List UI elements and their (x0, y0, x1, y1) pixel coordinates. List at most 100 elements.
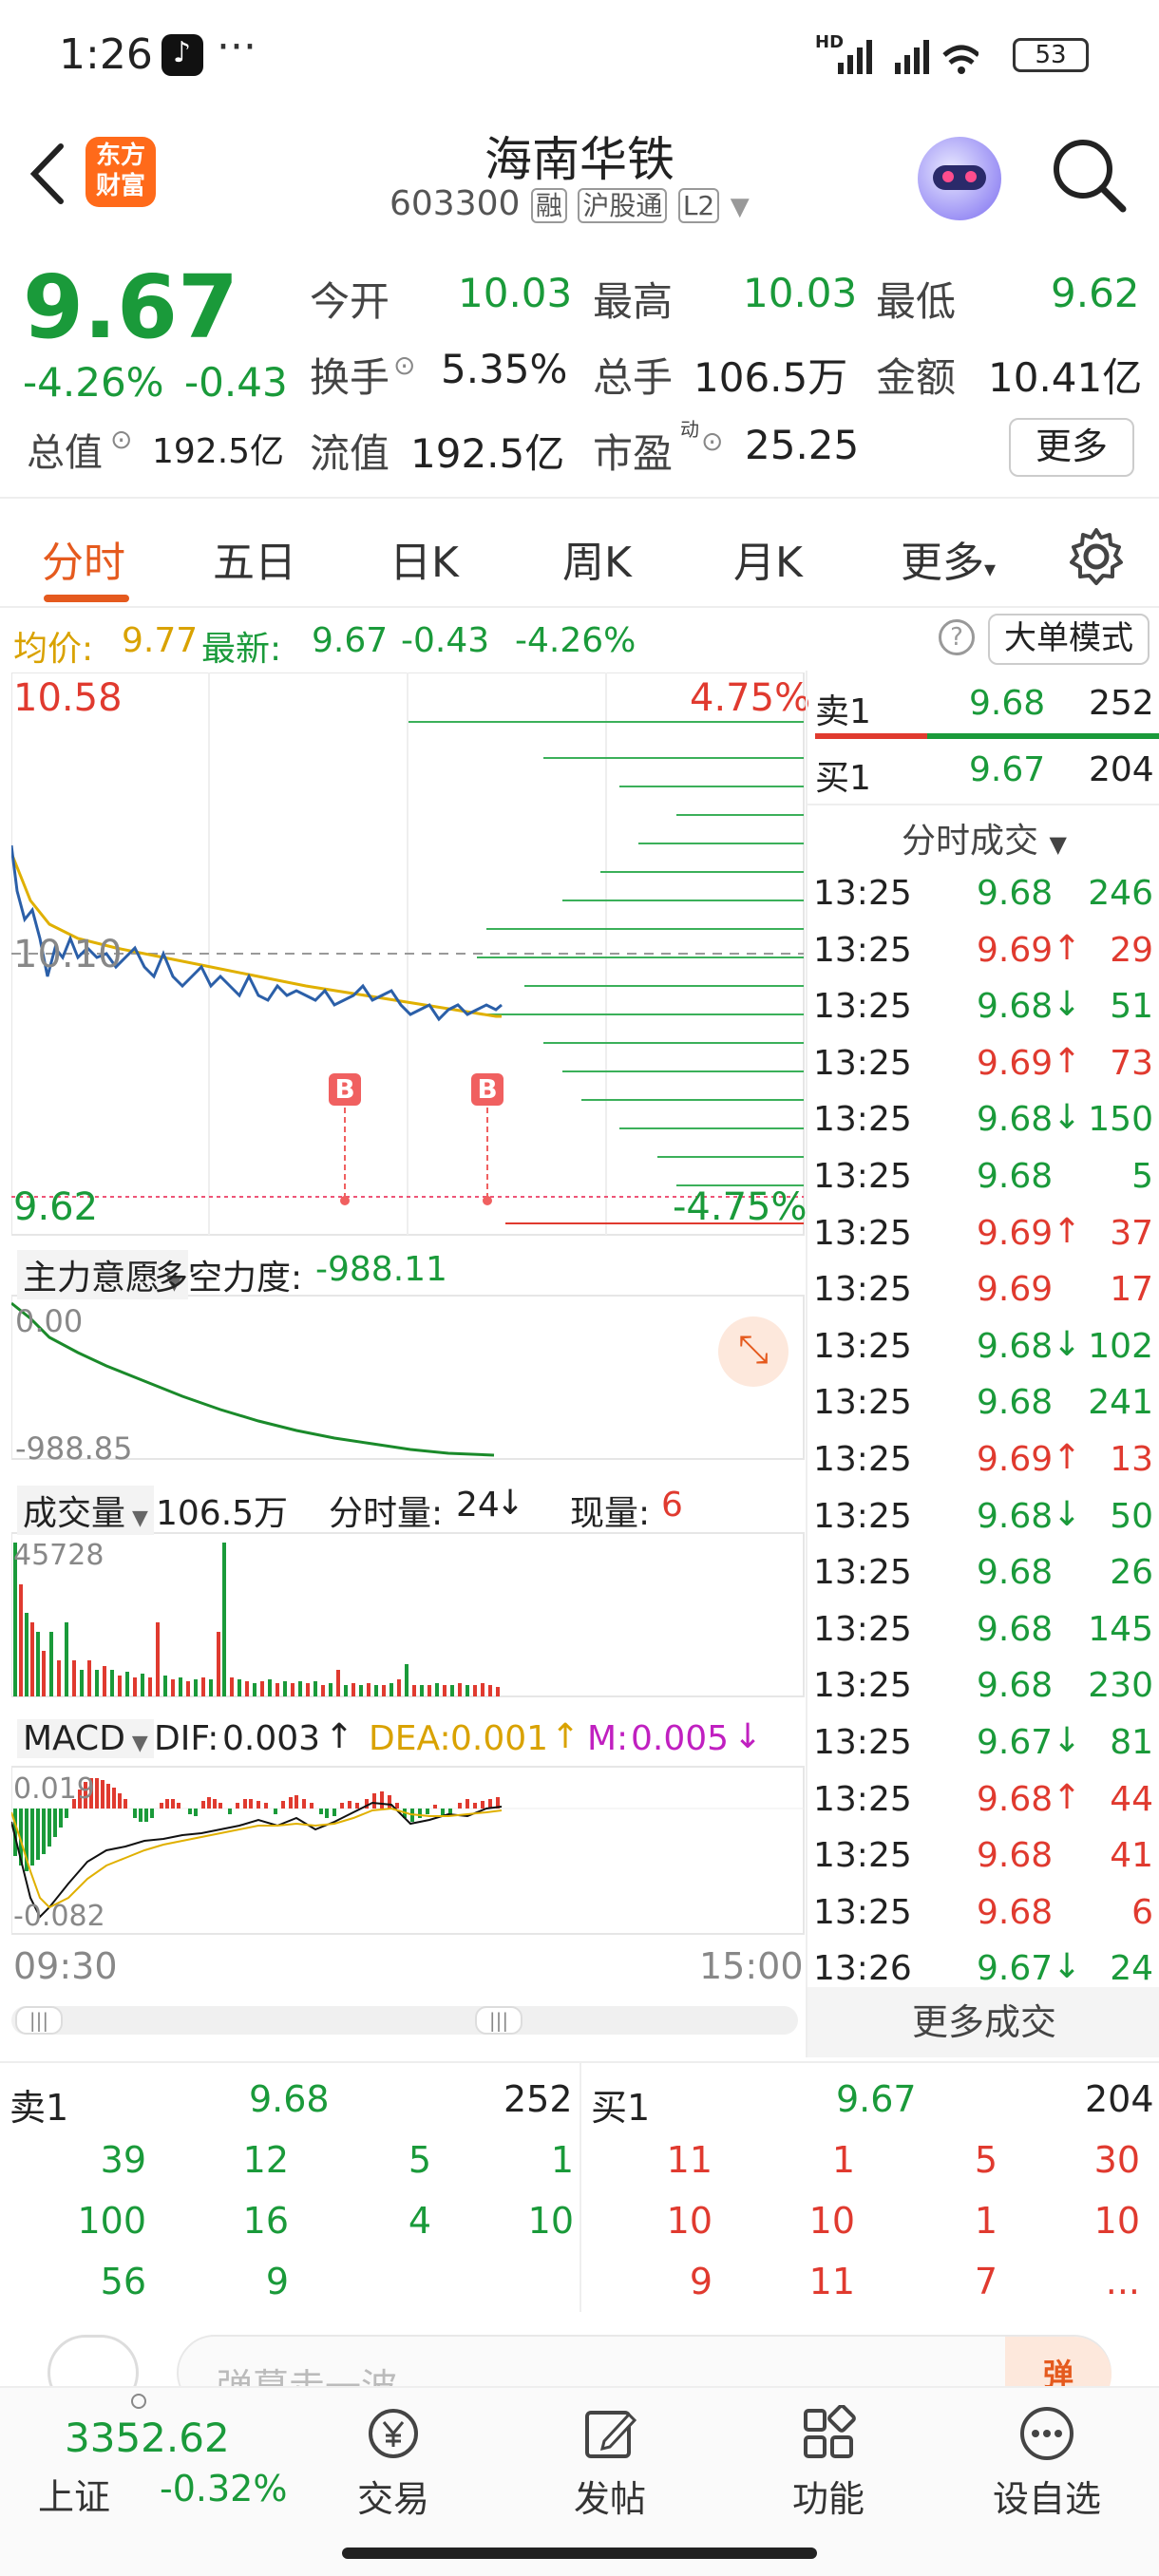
ask1-volume: 252 (1089, 684, 1154, 723)
trade-row: 13:25 9.68 26 (808, 1545, 1159, 1601)
index-dot-icon (131, 2394, 146, 2409)
queue-order: 1 (831, 2139, 855, 2181)
indicator1-header: 主力意愿 ▼ 多空力度: -988.11 (11, 1241, 806, 1299)
trade-price: 9.68 (977, 1100, 1054, 1140)
time-axis-start: 09:30 (13, 1945, 118, 1987)
trade-price: 9.69 (977, 930, 1054, 970)
trade-row: 13:25 9.68 6 (808, 1885, 1159, 1941)
more-button[interactable]: 更多 (1009, 418, 1134, 477)
bid1-price: 9.67 (969, 750, 1046, 789)
trade-price: 9.68 (977, 1836, 1054, 1876)
tab-more[interactable]: 更多▾ (901, 528, 996, 589)
nav-add-watchlist[interactable]: 设自选 (952, 2405, 1142, 2522)
mktcap-value: 192.5亿 (152, 432, 285, 471)
trade-volume: 29 (1110, 930, 1153, 970)
trade-yuan-icon (369, 2409, 418, 2458)
tab-daily-k[interactable]: 日K (390, 528, 459, 589)
ask1-label: 卖1 (815, 692, 871, 731)
trade-direction-icon: ↓ (1053, 1324, 1082, 1364)
queue-order: 10 (1093, 2200, 1140, 2242)
nav-post[interactable]: 发帖 (515, 2405, 705, 2522)
trade-time: 13:25 (813, 1270, 912, 1310)
robot-assistant-icon[interactable] (918, 137, 1001, 220)
trade-price: 9.68 (977, 1779, 1054, 1819)
dif-value: 0.003 (222, 1719, 321, 1758)
trade-row: 13:25 9.68 5 (808, 1149, 1159, 1204)
trades-title-label: 分时成交 (902, 822, 1039, 861)
help-icon[interactable]: ? (939, 619, 975, 655)
dropdown-icon[interactable]: ▼ (731, 193, 750, 221)
settings-gear-icon[interactable] (1066, 526, 1127, 587)
index-name[interactable]: 上证 (38, 2468, 110, 2520)
svg-text:B: B (477, 1073, 497, 1105)
battery-icon: 53 (1013, 38, 1089, 72)
trade-price: 9.69 (977, 1270, 1054, 1310)
trade-time: 13:25 (813, 1666, 912, 1706)
nav-trade[interactable]: 交易 (298, 2405, 488, 2522)
trade-volume: 241 (1088, 1383, 1153, 1423)
search-icon[interactable] (1049, 135, 1129, 215)
bid1-label: 买1 (815, 759, 871, 798)
mktcap-info-icon[interactable]: ⊙ (110, 424, 132, 455)
tab-intraday[interactable]: 分时 (42, 528, 125, 589)
level2-tag: L2 (677, 188, 720, 223)
more-dots-icon (1020, 2407, 1074, 2460)
turnover-info-icon[interactable]: ⊙ (393, 350, 415, 381)
index-value[interactable]: 3352.62 (65, 2415, 230, 2461)
comment-bar: 弹幕走一波 弹 (0, 2310, 1159, 2413)
range-left-handle[interactable]: ||| (15, 2006, 63, 2035)
index-change[interactable]: -0.32% (160, 2468, 287, 2510)
tab-5day[interactable]: 五日 (213, 528, 296, 589)
trade-time: 13:25 (813, 1723, 912, 1762)
expand-icon[interactable]: ⤡ (718, 1316, 788, 1387)
trade-row: 13:25 9.68 241 (808, 1375, 1159, 1430)
trade-direction-icon: ↓ (1053, 1947, 1082, 1987)
trade-volume: 50 (1110, 1496, 1153, 1536)
trade-direction-icon: ↓ (1053, 1098, 1082, 1138)
float-value: 192.5亿 (410, 430, 565, 477)
trade-volume: 150 (1088, 1100, 1153, 1140)
home-indicator (342, 2548, 817, 2559)
low-label: 最低 (876, 278, 957, 325)
mktcap-label: 总值 (27, 431, 103, 475)
trade-row: 13:25 9.68 230 (808, 1658, 1159, 1714)
stock-name: 海南华铁 (484, 132, 674, 187)
trade-row: 13:25 9.68 145 (808, 1602, 1159, 1657)
amount-value: 10.41亿 (988, 354, 1143, 401)
range-scrollbar[interactable]: ||| ||| (11, 2006, 798, 2035)
trade-row: 13:25 9.68 ↓ 102 (808, 1319, 1159, 1374)
nav-functions-label: 功能 (791, 2478, 864, 2520)
tab-active-indicator (44, 595, 129, 602)
tab-weekly-k[interactable]: 周K (562, 528, 632, 589)
y-axis-prev-close: 10.10 (13, 933, 123, 976)
back-icon[interactable] (23, 141, 70, 207)
trades-panel: 卖1 9.68 252 买1 9.67 204 分时成交 ▼ 13:25 9.68… (806, 671, 1159, 2057)
tab-monthly-k[interactable]: 月K (733, 528, 803, 589)
trade-row: 13:25 9.68 ↓ 150 (808, 1092, 1159, 1147)
ask1-price: 9.68 (969, 684, 1046, 723)
more-trades-button[interactable]: 更多成交 (808, 1987, 1159, 2057)
buy-marker[interactable]: B (471, 1073, 504, 1205)
macd-selector[interactable]: MACD ▼ (17, 1719, 154, 1758)
signal-icon (838, 40, 978, 74)
latest-change-pct: -4.26% (515, 621, 636, 660)
trade-price: 9.68 (977, 1383, 1054, 1423)
macd-top-label: 0.019 (13, 1772, 95, 1806)
trade-direction-icon: ↓ (1053, 1494, 1082, 1534)
eastmoney-logo[interactable]: 东方 财富 (86, 137, 156, 207)
range-right-handle[interactable]: ||| (475, 2006, 522, 2035)
nav-functions[interactable]: 功能 (733, 2405, 923, 2522)
intraday-chart[interactable]: B B (11, 672, 806, 2002)
pe-info-icon[interactable]: ⊙ (701, 426, 723, 457)
buy-marker[interactable]: B (329, 1073, 361, 1205)
open-value: 10.03 (458, 270, 573, 316)
volume-selector[interactable]: 成交量 ▼ (17, 1486, 154, 1535)
dropdown-icon: ▼ (124, 1732, 148, 1755)
avg-price-value: 9.77 (122, 621, 199, 660)
volume-total: 106.5万 (156, 1494, 289, 1533)
trades-title[interactable]: 分时成交 ▼ (808, 813, 1159, 862)
big-order-mode-button[interactable]: 大单模式 (988, 614, 1150, 665)
dropdown-icon: ▼ (1049, 831, 1067, 858)
trade-row: 13:25 9.67 ↓ 81 (808, 1715, 1159, 1771)
float-label: 流值 (310, 430, 390, 477)
